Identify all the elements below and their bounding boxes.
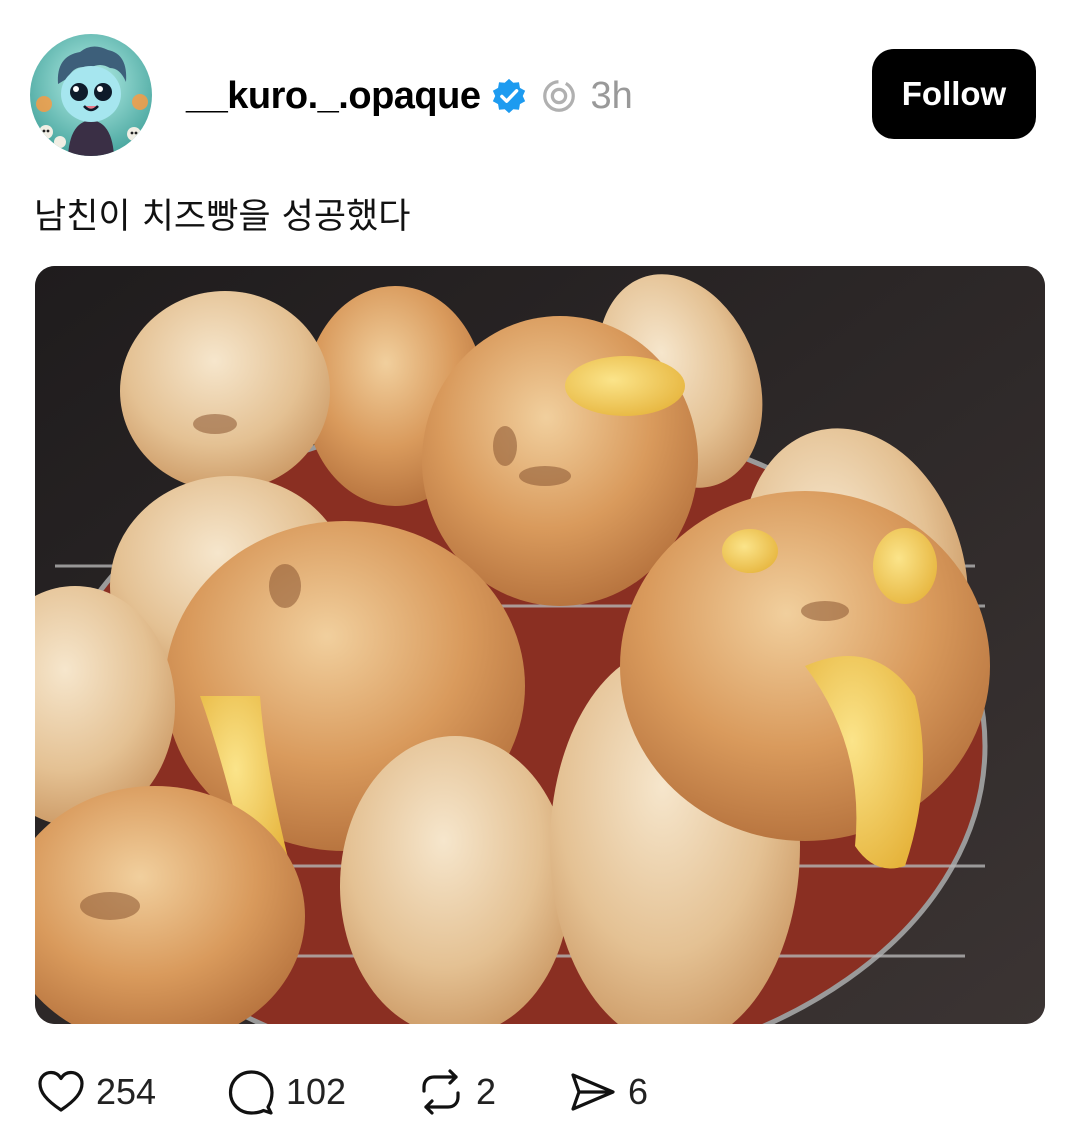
activity-ring-icon (540, 77, 578, 115)
heart-icon (36, 1067, 86, 1117)
username[interactable]: __kuro._.opaque (186, 75, 481, 118)
speech-bubble-icon (226, 1067, 276, 1117)
share-button[interactable]: 6 (568, 1062, 668, 1122)
username-row: __kuro._.opaque 3h (186, 70, 633, 122)
post-header: __kuro._.opaque 3h Follow (30, 34, 1036, 156)
avatar[interactable] (30, 34, 152, 156)
post-caption: 남친이 치즈빵을 성공했다 (34, 197, 411, 237)
post-image[interactable] (35, 266, 1045, 1024)
reply-count: 102 (286, 1071, 347, 1112)
repost-button[interactable]: 2 (416, 1062, 568, 1122)
repost-count: 2 (476, 1071, 497, 1112)
share-count: 6 (628, 1071, 649, 1112)
like-button[interactable]: 254 (36, 1062, 226, 1122)
repost-arrows-icon (416, 1067, 466, 1117)
follow-button[interactable]: Follow (872, 49, 1036, 139)
reply-button[interactable]: 102 (226, 1062, 416, 1122)
post-time: 3h (590, 74, 633, 117)
like-count: 254 (96, 1071, 157, 1112)
verified-badge-icon (490, 77, 528, 115)
send-arrow-icon (568, 1067, 618, 1117)
post-actions: 254 102 2 6 (36, 1062, 668, 1122)
